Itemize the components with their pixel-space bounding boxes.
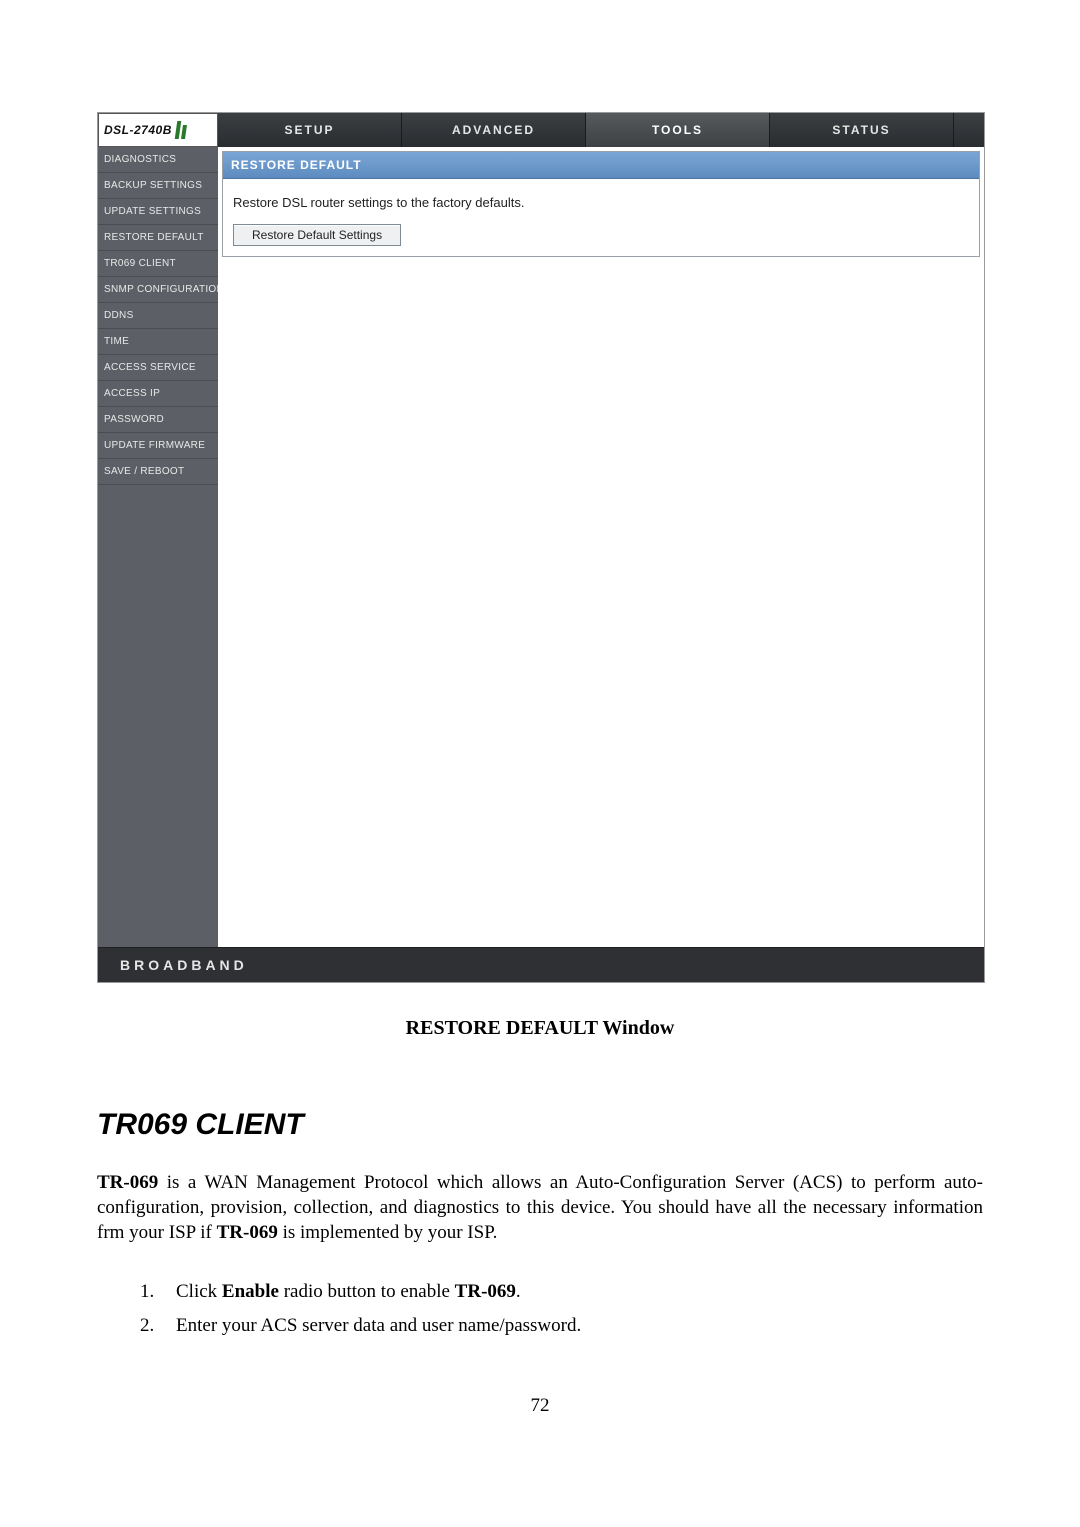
list-item-1: 1. Click Enable radio button to enable T… bbox=[140, 1275, 581, 1309]
ui-body: DIAGNOSTICS BACKUP SETTINGS UPDATE SETTI… bbox=[98, 147, 984, 947]
sidebar-item-password[interactable]: PASSWORD bbox=[98, 407, 218, 433]
tab-setup[interactable]: SETUP bbox=[218, 113, 402, 147]
sidebar-item-time[interactable]: TIME bbox=[98, 329, 218, 355]
li1-tr069: TR-069 bbox=[455, 1281, 516, 1302]
document-page: DSL-2740B SETUP ADVANCED TOOLS STATUS DI… bbox=[0, 0, 1080, 1527]
tab-advanced[interactable]: ADVANCED bbox=[402, 113, 586, 147]
sidebar-item-diagnostics[interactable]: DIAGNOSTICS bbox=[98, 147, 218, 173]
figure-caption: RESTORE DEFAULT Window bbox=[0, 1017, 1080, 1040]
sidebar-item-ddns[interactable]: DDNS bbox=[98, 303, 218, 329]
para-body-2: is implemented by your ISP. bbox=[278, 1222, 498, 1243]
sidebar-item-tr069-client[interactable]: TR069 CLIENT bbox=[98, 251, 218, 277]
instruction-list: 1. Click Enable radio button to enable T… bbox=[140, 1275, 581, 1343]
sidebar-item-backup-settings[interactable]: BACKUP SETTINGS bbox=[98, 173, 218, 199]
sidebar-item-update-settings[interactable]: UPDATE SETTINGS bbox=[98, 199, 218, 225]
list-number-1: 1. bbox=[140, 1275, 176, 1309]
list-number-2: 2. bbox=[140, 1309, 176, 1343]
sidebar-item-access-service[interactable]: ACCESS SERVICE bbox=[98, 355, 218, 381]
page-number: 72 bbox=[0, 1395, 1080, 1417]
tr069-paragraph: TR-069 is a WAN Management Protocol whic… bbox=[97, 1170, 983, 1245]
list-text-2: Enter your ACS server data and user name… bbox=[176, 1309, 581, 1343]
restore-default-panel: RESTORE DEFAULT Restore DSL router setti… bbox=[222, 151, 980, 257]
sidebar: DIAGNOSTICS BACKUP SETTINGS UPDATE SETTI… bbox=[98, 147, 218, 947]
sidebar-spacer bbox=[98, 485, 218, 947]
content-area: RESTORE DEFAULT Restore DSL router setti… bbox=[218, 147, 984, 947]
tab-tools[interactable]: TOOLS bbox=[586, 113, 770, 147]
panel-header: RESTORE DEFAULT bbox=[223, 152, 979, 179]
term-tr069-2: TR-069 bbox=[217, 1222, 278, 1243]
list-item-2: 2. Enter your ACS server data and user n… bbox=[140, 1309, 581, 1343]
device-logo-cell: DSL-2740B bbox=[98, 113, 218, 147]
sidebar-item-snmp-configuration[interactable]: SNMP CONFIGURATION bbox=[98, 277, 218, 303]
tab-spacer bbox=[954, 113, 984, 147]
restore-default-settings-button[interactable]: Restore Default Settings bbox=[233, 224, 401, 246]
li1-a: Click bbox=[176, 1281, 222, 1302]
sidebar-item-restore-default[interactable]: RESTORE DEFAULT bbox=[98, 225, 218, 251]
sidebar-item-access-ip[interactable]: ACCESS IP bbox=[98, 381, 218, 407]
li1-c: radio button to enable bbox=[279, 1281, 455, 1302]
router-admin-screenshot: DSL-2740B SETUP ADVANCED TOOLS STATUS DI… bbox=[97, 112, 985, 983]
footer-bar-broadband: BROADBAND bbox=[98, 947, 984, 982]
device-model-label: DSL-2740B bbox=[104, 123, 172, 137]
top-tab-row: DSL-2740B SETUP ADVANCED TOOLS STATUS bbox=[98, 113, 984, 147]
section-heading-tr069: TR069 CLIENT bbox=[97, 1108, 304, 1142]
li1-e: . bbox=[516, 1281, 521, 1302]
panel-description: Restore DSL router settings to the facto… bbox=[223, 179, 979, 218]
list-text-1: Click Enable radio button to enable TR-0… bbox=[176, 1275, 521, 1309]
term-tr069-1: TR-069 bbox=[97, 1172, 158, 1193]
tab-status[interactable]: STATUS bbox=[770, 113, 954, 147]
sidebar-item-update-firmware[interactable]: UPDATE FIRMWARE bbox=[98, 433, 218, 459]
li1-enable: Enable bbox=[222, 1281, 279, 1302]
logo-bars-icon bbox=[176, 121, 186, 139]
sidebar-item-save-reboot[interactable]: SAVE / REBOOT bbox=[98, 459, 218, 485]
